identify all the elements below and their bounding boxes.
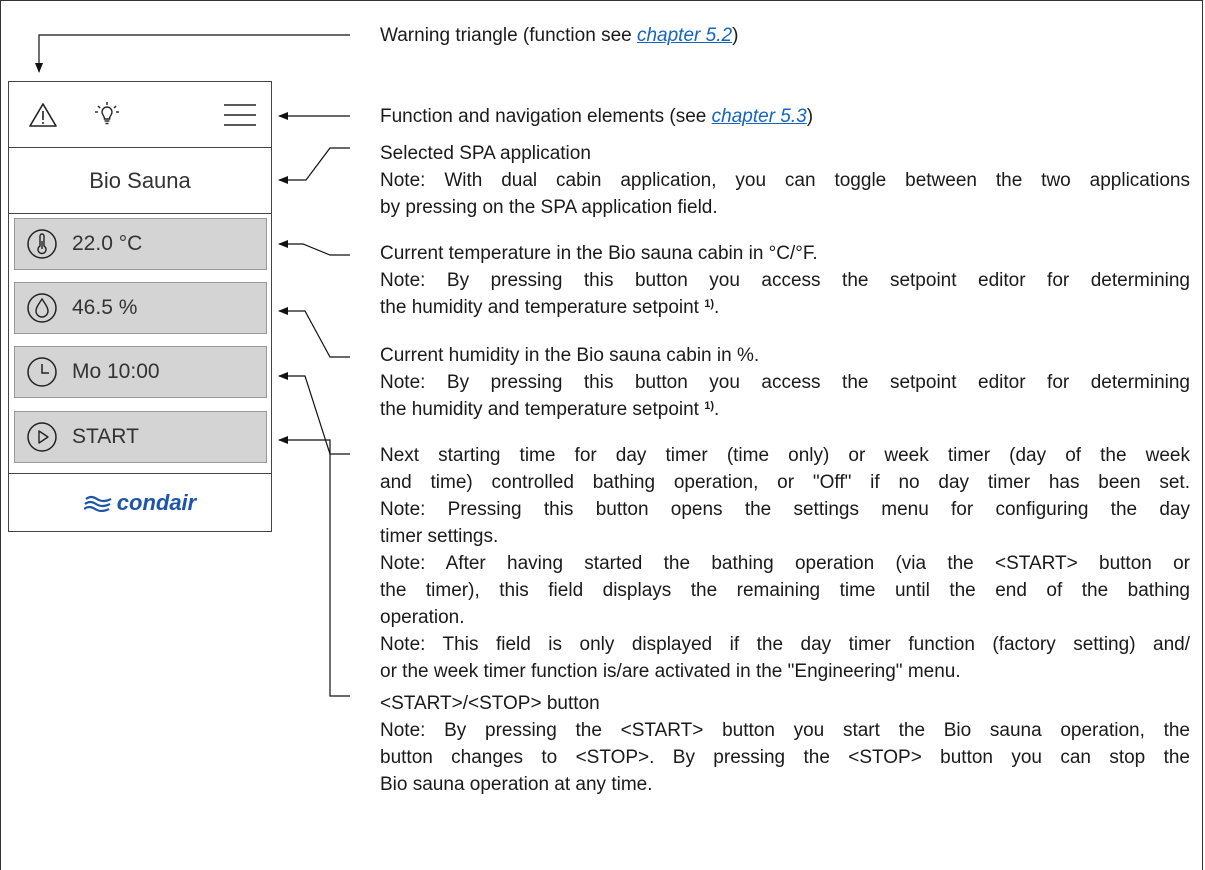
timer-line-1: Next starting time for day timer (time o… — [380, 445, 1190, 466]
application-description: Selected SPA application Note: With dual… — [380, 140, 1190, 221]
start-line-2: Note: By pressing the <START> button you… — [380, 720, 1190, 741]
footnote-marker: 1) — [704, 400, 715, 412]
humidity-line-3-end: . — [714, 399, 720, 420]
temperature-line-1: Current temperature in the Bio sauna cab… — [380, 243, 818, 264]
timer-line-8: Note: This field is only displayed if th… — [380, 634, 1190, 655]
callout-application — [278, 147, 350, 184]
callout-humidity — [278, 307, 350, 358]
application-line-1: Selected SPA application — [380, 143, 591, 164]
navigation-description: Function and navigation elements (see ch… — [380, 103, 1190, 130]
application-line-3: by pressing on the SPA application field… — [380, 197, 718, 218]
application-line-2: Note: With dual cabin application, you c… — [380, 170, 1190, 191]
callout-warning — [35, 34, 350, 73]
start-line-4: Bio sauna operation at any time. — [380, 774, 653, 795]
timer-line-4: timer settings. — [380, 526, 499, 547]
timer-line-2: and time) controlled bathing operation, … — [380, 472, 1190, 493]
humidity-description: Current humidity in the Bio sauna cabin … — [380, 342, 1190, 423]
chapter-5-3-link[interactable]: chapter 5.3 — [712, 106, 807, 127]
footnote-marker: 1) — [704, 298, 715, 310]
start-line-3: button changes to <STOP>. By pressing th… — [380, 747, 1190, 768]
timer-line-9: or the week timer function is/are activa… — [380, 661, 961, 682]
humidity-line-3: the humidity and temperature setpoint — [380, 399, 699, 420]
humidity-line-1: Current humidity in the Bio sauna cabin … — [380, 345, 760, 366]
start-line-1: <START>/<STOP> button — [380, 693, 600, 714]
temperature-description: Current temperature in the Bio sauna cab… — [380, 240, 1190, 321]
chapter-5-2-link[interactable]: chapter 5.2 — [637, 25, 732, 46]
humidity-line-2: Note: By pressing this button you access… — [380, 372, 1190, 393]
timer-line-6: the timer), this field displays the rema… — [380, 580, 1190, 601]
navigation-text: Function and navigation elements (see — [380, 106, 712, 127]
timer-line-3: Note: Pressing this button opens the set… — [380, 499, 1190, 520]
callout-start — [278, 436, 350, 697]
timer-line-7: operation. — [380, 607, 465, 628]
warning-description: Warning triangle (function see chapter 5… — [380, 22, 1190, 49]
start-description: <START>/<STOP> button Note: By pressing … — [380, 690, 1190, 798]
callout-timer — [278, 372, 350, 455]
warning-text: Warning triangle (function see — [380, 25, 637, 46]
temperature-line-3-end: . — [714, 297, 720, 318]
callout-temperature — [278, 240, 350, 256]
timer-line-5: Note: After having started the bathing o… — [380, 553, 1190, 574]
temperature-line-2: Note: By pressing this button you access… — [380, 270, 1190, 291]
timer-description: Next starting time for day timer (time o… — [380, 442, 1190, 685]
warning-text-end: ) — [732, 25, 739, 46]
temperature-line-3: the humidity and temperature setpoint — [380, 297, 699, 318]
navigation-text-end: ) — [806, 106, 814, 127]
